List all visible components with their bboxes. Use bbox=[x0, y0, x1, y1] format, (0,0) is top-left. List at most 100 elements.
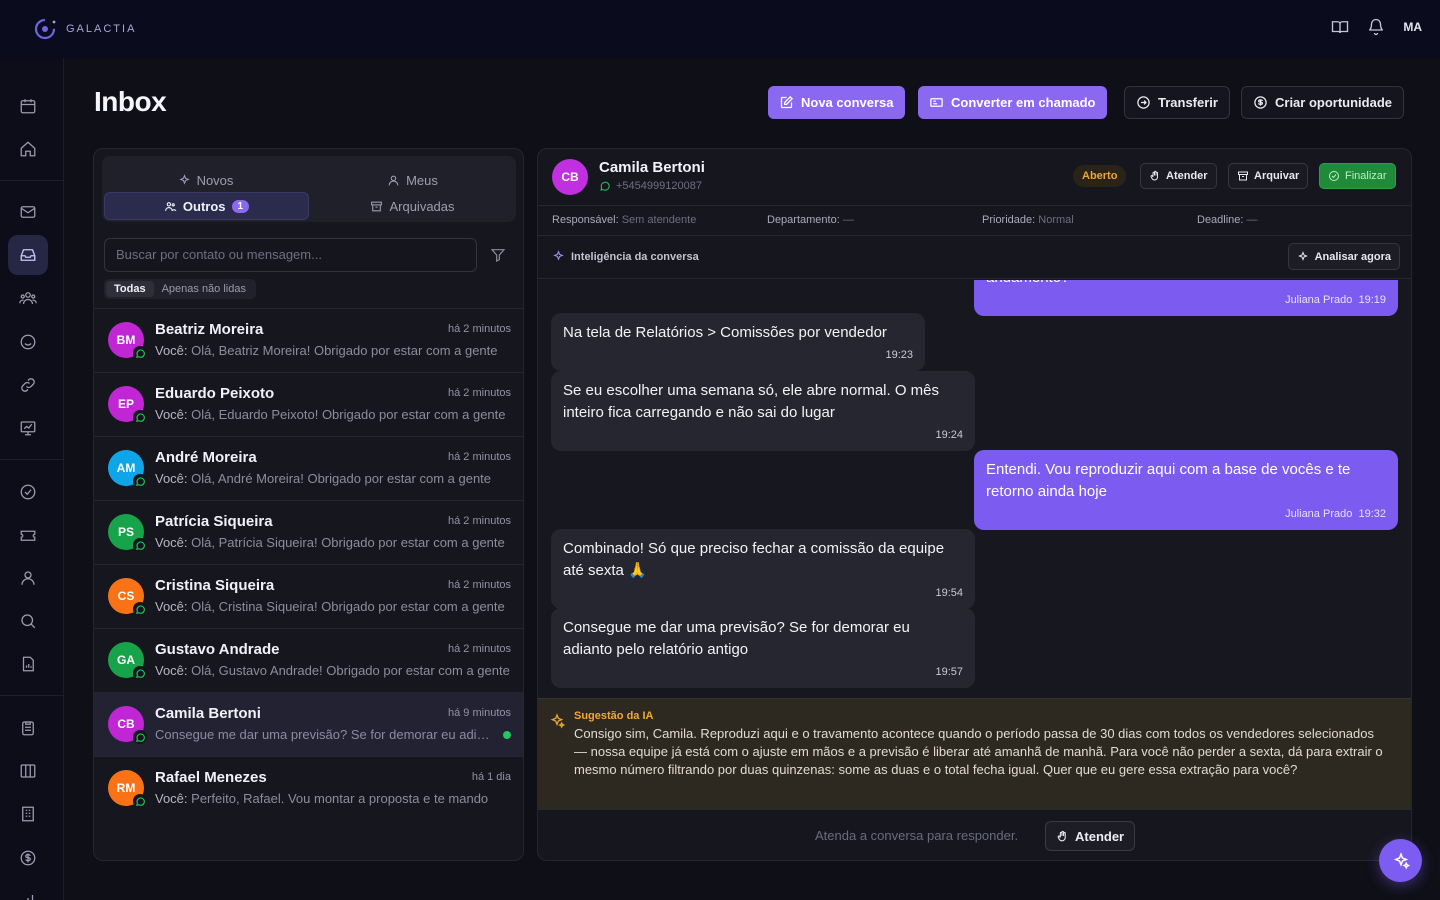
analyze-now-button[interactable]: Analisar agora bbox=[1287, 243, 1400, 270]
conversation-name: André Moreira bbox=[155, 449, 257, 466]
bar-chart-icon[interactable] bbox=[8, 881, 48, 900]
filter-all[interactable]: Todas bbox=[106, 281, 154, 297]
avatar-initials: CS bbox=[117, 589, 135, 603]
preview-prefix: Você: bbox=[155, 663, 188, 678]
ai-assistant-button[interactable] bbox=[1379, 839, 1422, 882]
user-avatar[interactable]: MA bbox=[1403, 20, 1422, 34]
preview-prefix: Você: bbox=[155, 599, 188, 614]
ai-suggestion: Sugestão da IA Consigo sim, Camila. Repr… bbox=[538, 698, 1411, 810]
conversation-item[interactable]: RM Rafael Menezes há 1 dia Você: Perfeit… bbox=[94, 756, 523, 820]
analyze-now-label: Analisar agora bbox=[1314, 250, 1391, 263]
galactia-logo-icon bbox=[34, 18, 56, 40]
columns-icon[interactable] bbox=[8, 751, 48, 791]
avatar-initials: BM bbox=[116, 333, 136, 347]
tab-outros[interactable]: Outros 1 bbox=[104, 192, 309, 220]
contact-name: Camila Bertoni bbox=[599, 159, 705, 176]
message-text: Na tela de Relatórios > Comissões por ve… bbox=[563, 324, 887, 341]
tab-novos[interactable]: Novos bbox=[102, 166, 309, 194]
incoming-message[interactable]: Na tela de Relatórios > Comissões por ve… bbox=[551, 313, 925, 371]
tab-outros-count: 1 bbox=[231, 199, 250, 213]
conversation-name: Patrícia Siqueira bbox=[155, 513, 273, 530]
meta-priority: Prioridade: Normal bbox=[982, 214, 1074, 226]
whatsapp-icon bbox=[600, 181, 610, 191]
chart-icon[interactable] bbox=[8, 408, 48, 448]
chat-header: CB Camila Bertoni +5454999120087 Aberto … bbox=[538, 149, 1411, 206]
incoming-message[interactable]: Consegue me dar uma previsão? Se for dem… bbox=[551, 608, 975, 688]
reply-attend-button[interactable]: Atender bbox=[1045, 821, 1136, 851]
outgoing-message[interactable]: andamento? Juliana Prado 19:19 bbox=[974, 280, 1398, 316]
sidebar bbox=[0, 58, 64, 900]
whatsapp-icon bbox=[133, 346, 147, 360]
message-text: Combinado! Só que preciso fechar a comis… bbox=[563, 540, 945, 579]
archive-button[interactable]: Arquivar bbox=[1228, 163, 1309, 189]
link-icon[interactable] bbox=[8, 365, 48, 405]
conversation-time: há 1 dia bbox=[471, 771, 511, 783]
avatar-initials: CB bbox=[117, 717, 135, 731]
attend-button[interactable]: Atender bbox=[1140, 163, 1217, 189]
preview-text: Olá, Cristina Siqueira! Obrigado por est… bbox=[187, 599, 505, 614]
message-time: 19:23 bbox=[885, 349, 913, 361]
avatar: EP bbox=[108, 386, 147, 424]
building-icon[interactable] bbox=[8, 794, 48, 834]
incoming-message[interactable]: Combinado! Só que preciso fechar a comis… bbox=[551, 529, 975, 609]
search-icon[interactable] bbox=[8, 601, 48, 641]
transfer-button[interactable]: Transferir bbox=[1124, 86, 1230, 119]
archive-icon bbox=[1238, 171, 1248, 181]
book-icon[interactable] bbox=[1331, 18, 1349, 36]
check-circle-icon[interactable] bbox=[8, 472, 48, 512]
inbox-icon[interactable] bbox=[8, 235, 48, 275]
dollar-icon[interactable] bbox=[8, 838, 48, 878]
conversation-item[interactable]: GA Gustavo Andrade há 2 minutos Você: Ol… bbox=[94, 628, 523, 692]
incoming-message[interactable]: Se eu escolher uma semana só, ele abre n… bbox=[551, 371, 975, 451]
message-thread[interactable]: andamento? Juliana Prado 19:19 Na tela de … bbox=[538, 280, 1411, 698]
calendar-icon[interactable] bbox=[8, 86, 48, 126]
conversation-preview: Você: Olá, Beatriz Moreira! Obrigado por… bbox=[155, 343, 510, 358]
preview-text: Perfeito, Rafael. Vou montar a proposta … bbox=[187, 791, 489, 806]
users-icon[interactable] bbox=[8, 278, 48, 318]
home-icon[interactable] bbox=[8, 129, 48, 169]
finish-label: Finalizar bbox=[1345, 170, 1387, 182]
archive-icon bbox=[371, 201, 383, 211]
outgoing-message[interactable]: Entendi. Vou reproduzir aqui com a base … bbox=[974, 450, 1398, 530]
search-input[interactable]: Buscar por contato ou mensagem... bbox=[104, 238, 477, 272]
avatar: BM bbox=[108, 322, 147, 360]
users-icon bbox=[164, 201, 177, 211]
conversation-tabs: Novos Meus Outros 1 Arquivadas bbox=[102, 156, 516, 222]
logo[interactable]: GALACTIA bbox=[32, 16, 136, 42]
intelligence-title: Inteligência da conversa bbox=[571, 250, 699, 263]
conversation-item[interactable]: CB Camila Bertoni há 9 minutos Consegue … bbox=[94, 692, 523, 756]
filter-unread[interactable]: Apenas não lidas bbox=[154, 281, 254, 297]
new-conversation-button[interactable]: Nova conversa bbox=[768, 86, 905, 119]
message-time: 19:24 bbox=[935, 429, 963, 441]
tab-arquivadas[interactable]: Arquivadas bbox=[309, 192, 516, 220]
conversation-item[interactable]: EP Eduardo Peixoto há 2 minutos Você: Ol… bbox=[94, 372, 523, 436]
ai-suggestion-text[interactable]: Consigo sim, Camila. Reproduzi aqui e o … bbox=[574, 725, 1386, 779]
tab-novos-label: Novos bbox=[196, 172, 234, 188]
conversation-item[interactable]: BM Beatriz Moreira há 2 minutos Você: Ol… bbox=[94, 308, 523, 372]
conversation-time: há 2 minutos bbox=[448, 323, 511, 335]
tab-meus[interactable]: Meus bbox=[309, 166, 516, 194]
report-file-icon[interactable] bbox=[8, 644, 48, 684]
conversation-list: BM Beatriz Moreira há 2 minutos Você: Ol… bbox=[94, 308, 523, 820]
mail-icon[interactable] bbox=[8, 192, 48, 232]
conversation-item[interactable]: AM André Moreira há 2 minutos Você: Olá,… bbox=[94, 436, 523, 500]
finish-button[interactable]: Finalizar bbox=[1319, 163, 1396, 189]
conversation-name: Gustavo Andrade bbox=[155, 641, 280, 658]
meta-deadline: Deadline: — bbox=[1197, 214, 1258, 226]
archive-label: Arquivar bbox=[1254, 170, 1300, 182]
create-opportunity-button[interactable]: Criar oportunidade bbox=[1241, 86, 1405, 119]
filter-icon[interactable] bbox=[490, 247, 506, 263]
chat-panel: CB Camila Bertoni +5454999120087 Aberto … bbox=[537, 148, 1412, 861]
smile-icon[interactable] bbox=[8, 322, 48, 362]
conversation-preview: Você: Olá, Eduardo Peixoto! Obrigado por… bbox=[155, 407, 510, 422]
user-icon[interactable] bbox=[8, 558, 48, 598]
ticket-icon[interactable] bbox=[8, 515, 48, 555]
convert-ticket-button[interactable]: Converter em chamado bbox=[918, 86, 1107, 119]
conversation-time: há 2 minutos bbox=[448, 643, 511, 655]
message-text: Se eu escolher uma semana só, ele abre n… bbox=[563, 382, 940, 421]
conversation-item[interactable]: CS Cristina Siqueira há 2 minutos Você: … bbox=[94, 564, 523, 628]
message-text: andamento? bbox=[986, 280, 1069, 286]
clipboard-icon[interactable] bbox=[8, 708, 48, 748]
bell-icon[interactable] bbox=[1367, 18, 1385, 36]
conversation-item[interactable]: PS Patrícia Siqueira há 2 minutos Você: … bbox=[94, 500, 523, 564]
